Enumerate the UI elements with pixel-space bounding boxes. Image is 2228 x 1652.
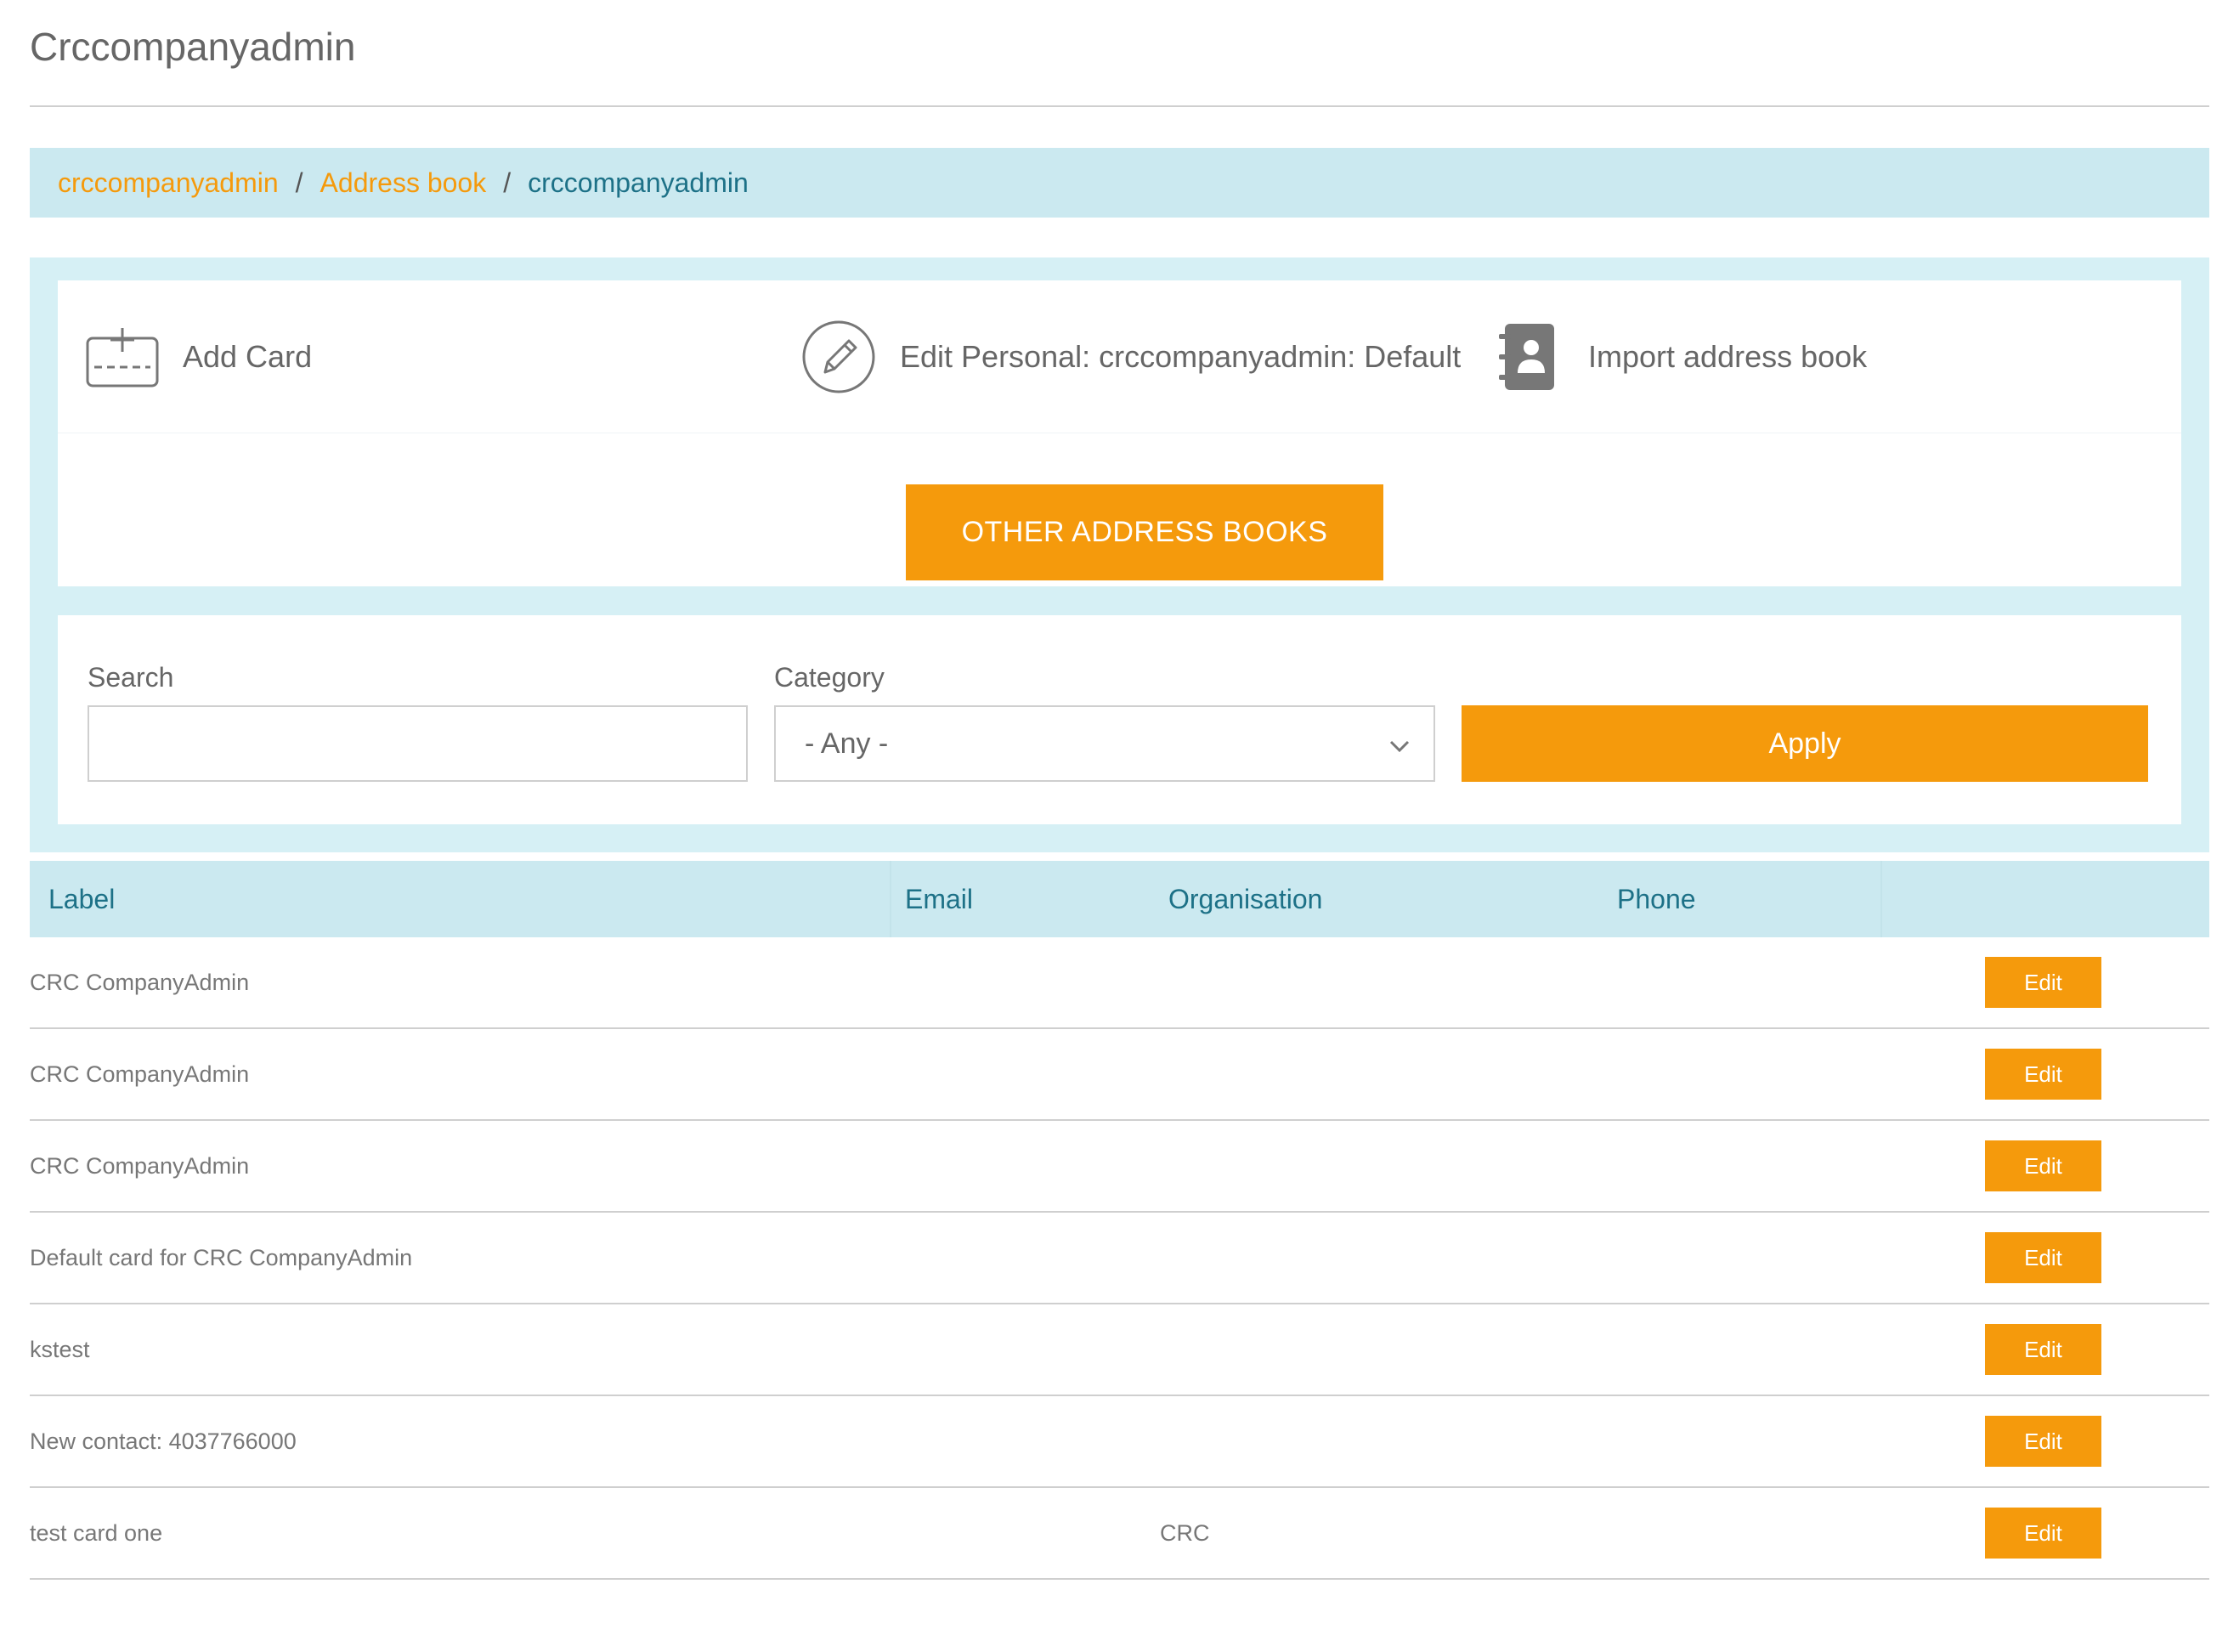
- category-select[interactable]: - Any -: [774, 705, 1435, 782]
- category-label: Category: [774, 662, 885, 693]
- column-header-organisation[interactable]: Organisation: [1168, 861, 1322, 937]
- edit-button[interactable]: Edit: [1985, 1416, 2101, 1467]
- add-card-label: Add Card: [183, 339, 313, 374]
- add-card-action[interactable]: Add Card: [86, 280, 312, 433]
- chevron-down-icon: [1389, 727, 1410, 761]
- breadcrumb-separator: /: [503, 167, 512, 198]
- table-row: test card one CRC Edit: [30, 1488, 2209, 1580]
- column-header-label[interactable]: Label: [48, 861, 115, 937]
- actions-row: Add Card Edit Personal: crccompanyadmin:…: [58, 280, 2181, 433]
- column-header-email[interactable]: Email: [905, 861, 973, 937]
- edit-button[interactable]: Edit: [1985, 1049, 2101, 1100]
- breadcrumb-link-user[interactable]: crccompanyadmin: [58, 167, 279, 199]
- table-row: CRC CompanyAdmin Edit: [30, 937, 2209, 1029]
- other-address-books-button[interactable]: OTHER ADDRESS BOOKS: [906, 484, 1383, 580]
- table-row: New contact: 4037766000 Edit: [30, 1396, 2209, 1488]
- breadcrumb-separator: /: [295, 167, 303, 198]
- column-divider: [890, 861, 891, 937]
- import-address-book-label: Import address book: [1588, 339, 1868, 374]
- edit-personal-label: Edit Personal: crccompanyadmin: Default: [900, 339, 1462, 374]
- title-divider: [30, 105, 2209, 107]
- edit-button[interactable]: Edit: [1985, 1232, 2101, 1283]
- breadcrumb-current: crccompanyadmin: [528, 167, 749, 198]
- edit-personal-action[interactable]: Edit Personal: crccompanyadmin: Default: [801, 280, 1461, 433]
- table-row: CRC CompanyAdmin Edit: [30, 1029, 2209, 1121]
- column-header-phone[interactable]: Phone: [1617, 861, 1696, 937]
- import-address-book-action[interactable]: Import address book: [1496, 280, 1867, 433]
- row-label: CRC CompanyAdmin: [30, 969, 250, 995]
- breadcrumb: crccompanyadmin / Address book / crccomp…: [30, 148, 2209, 218]
- filter-box: Search Category - Any - Apply: [58, 615, 2181, 824]
- add-card-icon: [86, 326, 159, 388]
- row-label: CRC CompanyAdmin: [30, 1061, 250, 1087]
- table-row: CRC CompanyAdmin Edit: [30, 1121, 2209, 1213]
- page-title: Crccompanyadmin: [30, 25, 356, 69]
- row-organisation: CRC: [1160, 1519, 1210, 1546]
- table-row: Default card for CRC CompanyAdmin Edit: [30, 1213, 2209, 1304]
- search-label: Search: [88, 662, 174, 693]
- address-book-icon: [1496, 322, 1558, 392]
- edit-button[interactable]: Edit: [1985, 1324, 2101, 1375]
- column-divider: [1880, 861, 1882, 937]
- category-selected-value: - Any -: [805, 727, 889, 760]
- table-row: kstest Edit: [30, 1304, 2209, 1396]
- breadcrumb-link-address-book[interactable]: Address book: [320, 167, 487, 199]
- row-label: New contact: 4037766000: [30, 1428, 297, 1454]
- actions-box: Add Card Edit Personal: crccompanyadmin:…: [58, 280, 2181, 586]
- edit-button[interactable]: Edit: [1985, 1508, 2101, 1559]
- pencil-icon: [801, 320, 876, 394]
- table-header: Label Email Organisation Phone: [30, 861, 2209, 937]
- row-label: Default card for CRC CompanyAdmin: [30, 1244, 413, 1270]
- apply-button[interactable]: Apply: [1462, 705, 2148, 782]
- address-book-panel: Add Card Edit Personal: crccompanyadmin:…: [30, 257, 2209, 852]
- row-label: kstest: [30, 1336, 90, 1362]
- edit-button[interactable]: Edit: [1985, 1140, 2101, 1191]
- row-label: CRC CompanyAdmin: [30, 1152, 250, 1179]
- search-input[interactable]: [88, 705, 748, 782]
- edit-button[interactable]: Edit: [1985, 957, 2101, 1008]
- row-label: test card one: [30, 1519, 163, 1546]
